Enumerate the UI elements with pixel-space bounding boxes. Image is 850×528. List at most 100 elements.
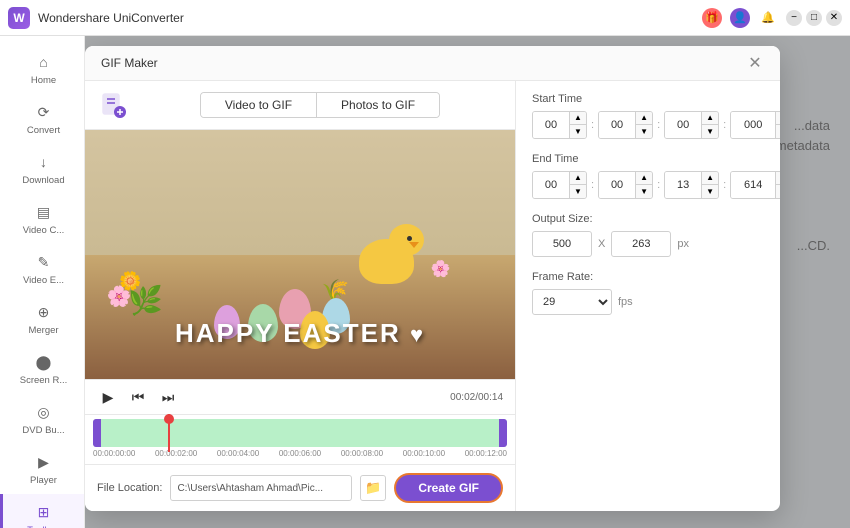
timeline-handle-right[interactable] (499, 419, 507, 447)
fps-row: 24 25 29 30 60 fps (532, 289, 780, 315)
end-sec-up[interactable]: ▲ (702, 172, 718, 185)
sidebar-item-dvd[interactable]: ◎ DVD Bu... (0, 394, 84, 444)
start-hour-arrows: ▲ ▼ (569, 112, 586, 138)
end-ms-down[interactable]: ▼ (776, 185, 780, 198)
sidebar-label-player: Player (30, 475, 57, 486)
start-hour-input[interactable] (533, 112, 569, 138)
time-display: 00:02/00:14 (450, 392, 503, 403)
sidebar-item-player[interactable]: ▶ Player (0, 444, 84, 494)
end-hour-input[interactable] (533, 172, 569, 198)
timeline-bar[interactable] (93, 419, 507, 447)
user-icon[interactable]: 👤 (730, 8, 750, 28)
size-px-label: px (677, 238, 689, 250)
end-ms-input[interactable] (731, 172, 775, 198)
video-compress-icon: ▤ (34, 202, 54, 222)
end-ms-arrows: ▲ ▼ (775, 172, 780, 198)
start-time-group: Start Time ▲ ▼ : (532, 93, 780, 139)
next-button[interactable]: ⏭ (157, 386, 179, 408)
sidebar: ⌂ Home ⟳ Convert ↓ Download ▤ Video C...… (0, 36, 85, 528)
end-sec-down[interactable]: ▼ (702, 185, 718, 198)
sidebar-item-toolbox[interactable]: ⊞ Toolbox (0, 494, 84, 528)
end-hour-up[interactable]: ▲ (570, 172, 586, 185)
height-input[interactable] (611, 231, 671, 257)
sidebar-label-home: Home (31, 75, 56, 86)
file-location-input[interactable] (170, 475, 352, 501)
dvd-icon: ◎ (34, 402, 54, 422)
modal-close-button[interactable]: ✕ (746, 54, 764, 72)
app-title: Wondershare UniConverter (38, 11, 702, 25)
frame-rate-group: Frame Rate: 24 25 29 30 60 fps (532, 271, 780, 315)
toolbox-icon: ⊞ (34, 502, 54, 522)
gif-maker-modal: GIF Maker ✕ (85, 46, 780, 511)
sidebar-item-merger[interactable]: ⊕ Merger (0, 294, 84, 344)
video-controls: ▶ ⏮ ⏭ 00:02/00:14 (85, 379, 515, 414)
end-ms-spinner: ▲ ▼ (730, 171, 780, 199)
start-hour-down[interactable]: ▼ (570, 125, 586, 138)
start-time-row: ▲ ▼ : ▲ ▼ (532, 111, 780, 139)
minimize-button[interactable]: − (786, 10, 802, 26)
timeline-timestamps: 00:00:00:00 00:00:02:00 00:00:04:00 00:0… (85, 447, 515, 460)
sidebar-item-video-edit[interactable]: ✎ Video E... (0, 244, 84, 294)
start-sec-up[interactable]: ▲ (702, 112, 718, 125)
sidebar-item-download[interactable]: ↓ Download (0, 144, 84, 194)
video-background: 🌿 🌾 🌸 🌼 🌸 (85, 130, 515, 379)
width-input[interactable] (532, 231, 592, 257)
tab-video-to-gif[interactable]: Video to GIF (201, 93, 317, 117)
video-edit-icon: ✎ (34, 252, 54, 272)
sidebar-item-video-compress[interactable]: ▤ Video C... (0, 194, 84, 244)
sidebar-label-convert: Convert (27, 125, 60, 136)
chick-beak (409, 242, 419, 248)
sidebar-item-home[interactable]: ⌂ Home (0, 44, 84, 94)
content-area: ...data ...metadata ...CD. GIF Maker ✕ (85, 36, 850, 528)
tab-photos-to-gif[interactable]: Photos to GIF (317, 93, 439, 117)
start-min-input[interactable] (599, 112, 635, 138)
sidebar-item-screen-rec[interactable]: ⬤ Screen R... (0, 344, 84, 394)
logo-text: W (13, 11, 24, 25)
flower-2: 🌼 (119, 271, 141, 292)
start-time-label: Start Time (532, 93, 780, 105)
folder-browse-button[interactable]: 📁 (360, 475, 386, 501)
create-gif-button[interactable]: Create GIF (394, 473, 503, 503)
chick-eye (407, 236, 412, 241)
fps-select[interactable]: 24 25 29 30 60 (532, 289, 612, 315)
end-ms-up[interactable]: ▲ (776, 172, 780, 185)
end-hour-spinner: ▲ ▼ (532, 171, 587, 199)
tab-group: Video to GIF Photos to GIF (200, 92, 440, 118)
titlebar-icons: 🎁 👤 🔔 (702, 8, 778, 28)
timeline-playhead[interactable] (168, 414, 170, 452)
start-sec-down[interactable]: ▼ (702, 125, 718, 138)
end-min-up[interactable]: ▲ (636, 172, 652, 185)
sidebar-item-convert[interactable]: ⟳ Convert (0, 94, 84, 144)
sidebar-label-video-edit: Video E... (23, 275, 64, 286)
end-min-input[interactable] (599, 172, 635, 198)
prev-button[interactable]: ⏮ (127, 386, 149, 408)
sidebar-label-merger: Merger (28, 325, 58, 336)
start-min-down[interactable]: ▼ (636, 125, 652, 138)
start-sec-spinner: ▲ ▼ (664, 111, 719, 139)
main-layout: ⌂ Home ⟳ Convert ↓ Download ▤ Video C...… (0, 36, 850, 528)
gift-icon[interactable]: 🎁 (702, 8, 722, 28)
start-ms-down[interactable]: ▼ (776, 125, 780, 138)
frame-rate-label: Frame Rate: (532, 271, 780, 283)
end-min-down[interactable]: ▼ (636, 185, 652, 198)
start-min-spinner: ▲ ▼ (598, 111, 653, 139)
easter-scene: 🌿 🌾 🌸 🌼 🌸 (85, 130, 515, 379)
start-hour-up[interactable]: ▲ (570, 112, 586, 125)
file-location-label: File Location: (97, 482, 162, 494)
modal-overlay: GIF Maker ✕ (85, 36, 850, 528)
app-logo: W (8, 7, 30, 29)
start-ms-up[interactable]: ▲ (776, 112, 780, 125)
start-ms-input[interactable] (731, 112, 775, 138)
close-button[interactable]: ✕ (826, 10, 842, 26)
easter-chick (359, 219, 429, 284)
timeline-section: 00:00:00:00 00:00:02:00 00:00:04:00 00:0… (85, 414, 515, 464)
start-min-up[interactable]: ▲ (636, 112, 652, 125)
maximize-button[interactable]: □ (806, 10, 822, 26)
timeline-handle-left[interactable] (93, 419, 101, 447)
start-sec-input[interactable] (665, 112, 701, 138)
end-sec-input[interactable] (665, 172, 701, 198)
bell-icon[interactable]: 🔔 (758, 8, 778, 28)
play-button[interactable]: ▶ (97, 386, 119, 408)
end-hour-down[interactable]: ▼ (570, 185, 586, 198)
add-file-button[interactable] (97, 89, 129, 121)
